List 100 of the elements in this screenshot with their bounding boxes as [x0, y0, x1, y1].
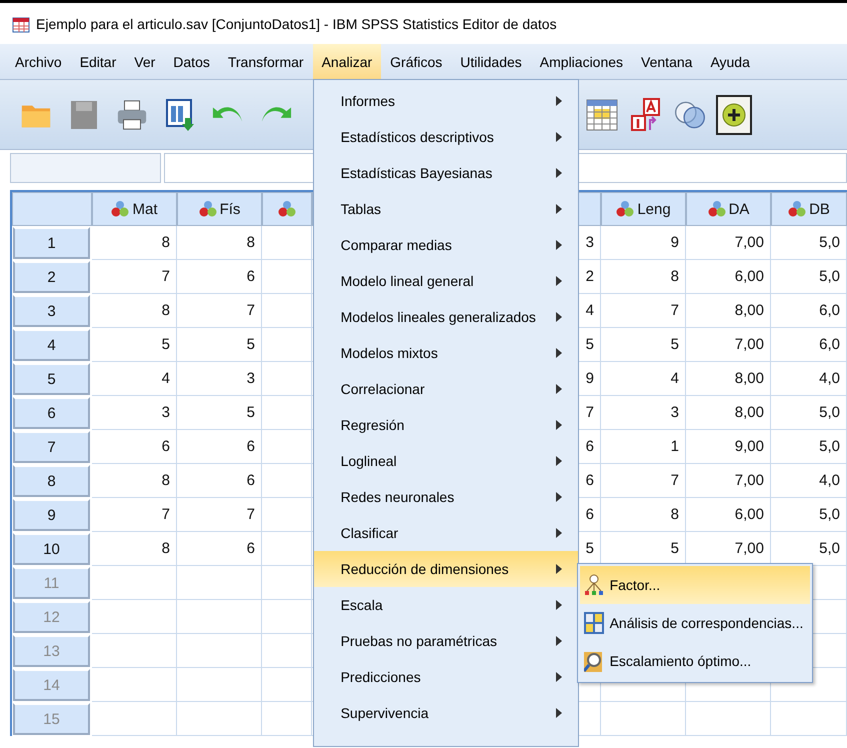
menu-bar-item[interactable]: Ventana [632, 44, 702, 79]
column-header[interactable] [262, 192, 312, 226]
cell-name-field[interactable] [10, 153, 161, 183]
row-header[interactable]: 3 [13, 295, 90, 327]
row-header[interactable]: 9 [13, 499, 90, 531]
empty-cell [262, 260, 312, 294]
table-cell: 5,0 [771, 532, 847, 566]
submenu-arrow-icon [556, 528, 562, 538]
menu-item[interactable]: Redes neuronales [314, 479, 578, 515]
submenu-arrow-icon [556, 708, 562, 718]
table-cell: 6 [578, 430, 601, 464]
submenu-arrow-icon [556, 492, 562, 502]
menu-item[interactable]: Loglineal [314, 443, 578, 479]
column-header[interactable]: DA [686, 192, 771, 226]
menu-item[interactable]: Predicciones [314, 659, 578, 695]
table-cell: 5,0 [771, 430, 847, 464]
toolbar-button[interactable] [716, 94, 752, 134]
submenu-item[interactable]: Escalamiento óptimo... [580, 642, 810, 680]
row-header[interactable]: 10 [13, 533, 90, 565]
table-cell: 3 [601, 396, 686, 430]
submenu-arrow-icon [556, 132, 562, 142]
row-header[interactable]: 5 [13, 363, 90, 395]
row-header[interactable]: 1 [13, 227, 90, 259]
table-cell: 5 [601, 328, 686, 362]
menu-item[interactable]: Correlacionar [314, 371, 578, 407]
table-cell: 5 [578, 328, 601, 362]
menu-item[interactable]: Pruebas no paramétricas [314, 623, 578, 659]
menu-bar-item[interactable]: Ver [125, 44, 164, 79]
row-header[interactable]: 4 [13, 329, 90, 361]
row-header[interactable]: 8 [13, 465, 90, 497]
table-cell: 8,00 [686, 294, 771, 328]
menu-bar-item[interactable]: Ayuda [701, 44, 759, 79]
menu-item[interactable]: Reducción de dimensiones [314, 551, 578, 587]
menu-item[interactable]: Clasificar [314, 515, 578, 551]
table-cell: 6,0 [771, 328, 847, 362]
table-cell: 3 [92, 396, 177, 430]
submenu-arrow-icon [556, 348, 562, 358]
table-cell: 6,00 [686, 260, 771, 294]
empty-cell [262, 226, 312, 260]
table-cell: 1 [601, 430, 686, 464]
menu-bar-item[interactable]: Ampliaciones [530, 44, 632, 79]
table-icon [586, 98, 618, 130]
table-cell: 7 [601, 464, 686, 498]
column-header[interactable]: Fís [177, 192, 262, 226]
table-cell: 6 [177, 464, 262, 498]
submenu-item[interactable]: Factor... [580, 566, 810, 604]
menu-bar-item[interactable]: Gráficos [381, 44, 452, 79]
table-cell: 6 [92, 430, 177, 464]
submenu-arrow-icon [556, 96, 562, 106]
menu-bar-item[interactable]: Analizar [312, 44, 382, 79]
empty-cell [262, 600, 312, 634]
menu-bar-item[interactable]: Datos [164, 44, 219, 79]
variable-icon [616, 200, 634, 218]
empty-cell [262, 294, 312, 328]
submenu-arrow-icon [556, 168, 562, 178]
table-cell: 3 [177, 362, 262, 396]
menu-item[interactable]: Comparar medias [314, 227, 578, 263]
empty-cell [262, 668, 312, 702]
submenu-arrow-icon [556, 312, 562, 322]
menu-item[interactable]: Regresión [314, 407, 578, 443]
menu-item[interactable]: Modelos lineales generalizados [314, 299, 578, 335]
table-cell: 5,0 [771, 498, 847, 532]
table-cell: 8 [92, 226, 177, 260]
submenu-arrow-icon [556, 564, 562, 574]
menu-item[interactable]: Escala [314, 587, 578, 623]
menu-item[interactable]: Estadísticas Bayesianas [314, 155, 578, 191]
table-cell: 9,00 [686, 430, 771, 464]
menu-bar-item[interactable]: Utilidades [451, 44, 531, 79]
menu-item[interactable]: Estadísticos descriptivos [314, 119, 578, 155]
column-header[interactable]: Mat [92, 192, 177, 226]
table-cell: 5 [177, 328, 262, 362]
table-cell: 5 [601, 532, 686, 566]
empty-cell [262, 362, 312, 396]
menu-bar-item[interactable]: Archivo [6, 44, 71, 79]
submenu-item[interactable]: Análisis de correspondencias... [580, 604, 810, 642]
menu-bar-item[interactable]: Transformar [218, 44, 313, 79]
table-cell: 5 [177, 396, 262, 430]
table-cell: 6 [177, 430, 262, 464]
menu-item[interactable]: Informes [314, 83, 578, 119]
menu-item[interactable]: Tablas [314, 191, 578, 227]
variable-icon [788, 200, 806, 218]
row-header[interactable]: 2 [13, 261, 90, 293]
menu-item[interactable]: Modelos mixtos [314, 335, 578, 371]
row-header[interactable]: 7 [13, 431, 90, 463]
submenu-arrow-icon [556, 204, 562, 214]
column-header[interactable]: DB [771, 192, 847, 226]
table-cell: 8 [92, 464, 177, 498]
menu-bar-item[interactable]: Editar [70, 44, 126, 79]
menu-item[interactable]: Modelo lineal general [314, 263, 578, 299]
table-cell: 9 [601, 226, 686, 260]
table-cell: 5 [92, 328, 177, 362]
submenu-arrow-icon [556, 384, 562, 394]
column-header[interactable]: Leng [601, 192, 686, 226]
variable-icon [111, 200, 130, 218]
table-cell: 5,0 [771, 260, 847, 294]
row-header[interactable]: 6 [13, 397, 90, 429]
app-icon [12, 14, 30, 32]
table-cell: 4 [92, 362, 177, 396]
menu-item[interactable]: Supervivencia [314, 695, 578, 731]
window-title: Ejemplo para el articulo.sav [ConjuntoDatos1] - IBM SPSS Statistics Editor de datos [36, 16, 557, 32]
